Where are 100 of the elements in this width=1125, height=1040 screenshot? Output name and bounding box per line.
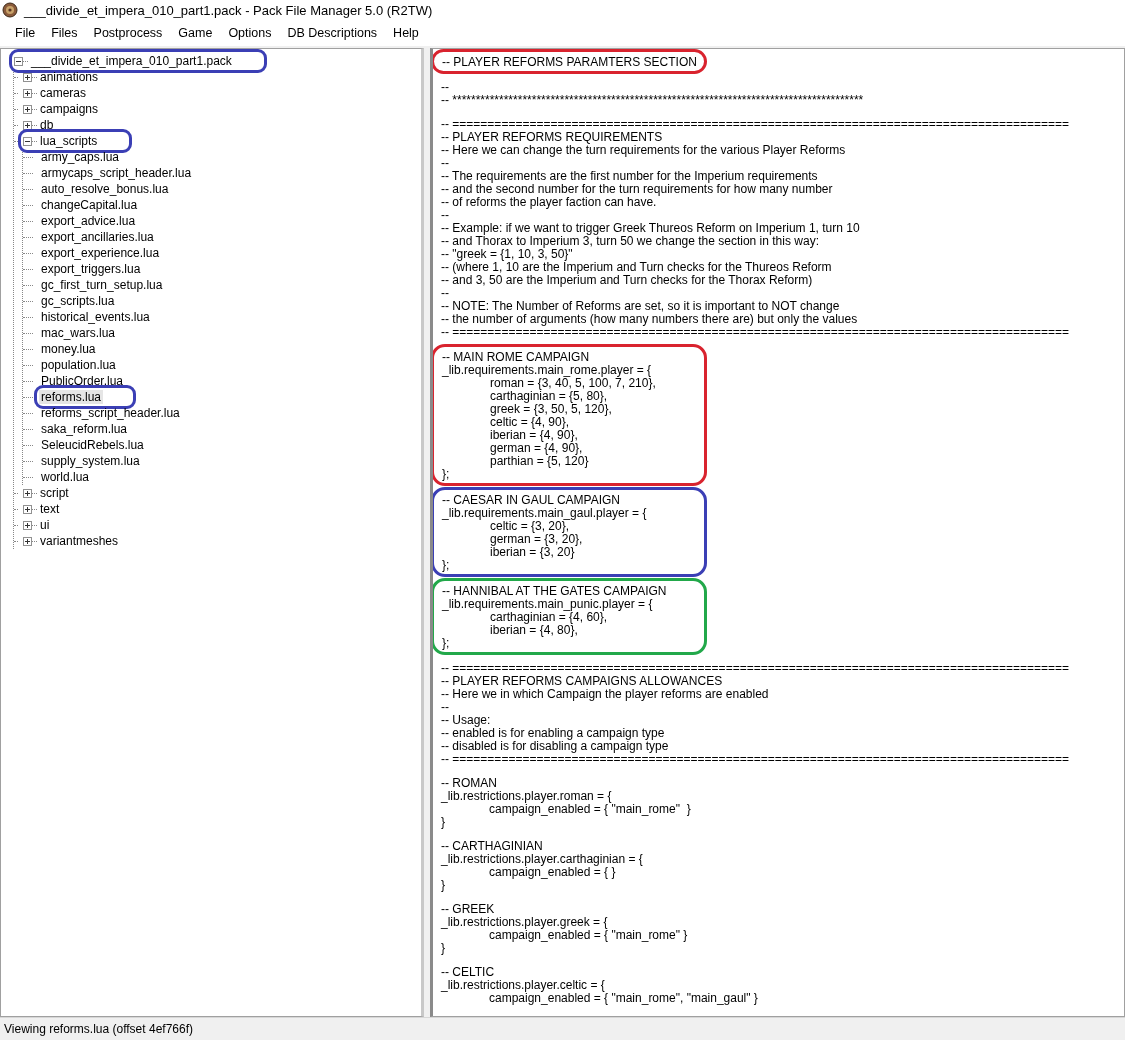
tree-item[interactable]: export_triggers.lua [39, 262, 143, 276]
code-line: carthaginian = {4, 60}, [490, 611, 608, 624]
code-line: }; [442, 468, 451, 481]
tree-item[interactable]: gc_first_turn_setup.lua [39, 278, 165, 292]
tree-item[interactable]: mac_wars.lua [39, 326, 118, 340]
tree-item[interactable]: export_experience.lua [39, 246, 162, 260]
tree-item[interactable]: export_advice.lua [39, 214, 138, 228]
code-line: -- [441, 157, 450, 170]
code-line: }; [442, 637, 451, 650]
tree-item[interactable]: PublicOrder.lua [39, 374, 126, 388]
code-line: -- Example: if we want to trigger Greek Thureos Reform on Imperium 1, turn 10 [441, 222, 861, 235]
code-line: -- enabled is for enabling a campaign type [441, 727, 666, 740]
expand-icon[interactable] [23, 120, 32, 130]
code-line: -- disabled is for disabling a campaign type [441, 740, 670, 753]
code-line: -- PLAYER REFORMS REQUIREMENTS [441, 131, 664, 144]
tree-item[interactable]: money.lua [39, 342, 98, 356]
tree-item[interactable]: cameras [38, 86, 88, 100]
code-line: -- Here we in which Campaign the player reforms are enabled [441, 688, 770, 701]
collapse-icon[interactable] [14, 56, 23, 66]
window-title: ___divide_et_impera_010_part1.pack - Pack File Manager 5.0 (R2TW) [24, 2, 433, 18]
tree-item[interactable]: population.lua [39, 358, 118, 372]
tree-item[interactable]: variantmeshes [38, 534, 121, 548]
code-line: campaign_enabled = { "main_rome" } [489, 929, 689, 942]
code-line: -- of reforms the player faction can have. [441, 196, 657, 209]
code-line: -- [441, 701, 450, 714]
menu-item[interactable]: File [8, 23, 43, 43]
code-line: -- [441, 81, 450, 94]
tree-item[interactable]: changeCapital.lua [39, 198, 140, 212]
code-line: carthaginian = {5, 80}, [489, 390, 609, 403]
menu-item[interactable]: Files [44, 23, 85, 43]
tree-item[interactable]: saka_reform.lua [39, 422, 130, 436]
status-text: Viewing reforms.lua (offset 4ef766f) [4, 1022, 193, 1036]
code-line: -- ======================================================================================== [441, 118, 1070, 131]
code-line: -- ======================================================================================== [441, 326, 1070, 339]
code-line: -- ROMAN [441, 777, 498, 790]
code-line: -- Usage: [441, 714, 492, 727]
code-line: -- CAESAR IN GAUL CAMPAIGN [442, 494, 622, 507]
code-line: -- [441, 287, 450, 300]
expand-icon[interactable] [23, 104, 32, 114]
code-line: -- The requirements are the first number for the Imperium requirements [441, 170, 819, 183]
code-line: } [441, 942, 446, 955]
code-line: german = {4, 90}, [489, 442, 584, 455]
menu-item[interactable]: Game [171, 23, 220, 43]
code-line: } [441, 816, 446, 829]
tree-item[interactable]: text [38, 502, 62, 516]
code-line: _lib.restrictions.player.roman = { [441, 790, 613, 803]
code-line: } [441, 879, 446, 892]
collapse-icon[interactable] [23, 136, 32, 146]
code-line: -- and Thorax to Imperium 3, turn 50 we change the section in this way: [441, 235, 820, 248]
code-line: german = {3, 20}, [489, 533, 584, 546]
code-line: -- ======================================================================================== [441, 753, 1070, 766]
menu-item[interactable]: DB Descriptions [280, 23, 385, 43]
expand-icon[interactable] [23, 88, 32, 98]
code-line: iberian = {4, 80}, [489, 624, 578, 637]
code-line: parthian = {5, 120} [489, 455, 590, 468]
code-line: -- [441, 209, 450, 222]
code-line: -- MAIN ROME CAMPAIGN [442, 351, 591, 364]
menu-item[interactable]: Postprocess [86, 23, 170, 43]
expand-icon[interactable] [23, 504, 32, 514]
code-line: roman = {3, 40, 5, 100, 7, 210}, [490, 377, 657, 390]
tree-item[interactable]: reforms.lua [39, 390, 104, 404]
code-line: -- NOTE: The Number of Reforms are set, so it is important to NOT change [441, 300, 841, 313]
code-line: -- ======================================================================================== [441, 662, 1070, 675]
tree-item[interactable]: auto_resolve_bonus.lua [39, 182, 171, 196]
expand-icon[interactable] [23, 536, 32, 546]
tree-item[interactable]: db [38, 118, 56, 132]
code-line: _lib.restrictions.player.greek = { [441, 916, 609, 929]
menu-item[interactable]: Options [221, 23, 279, 43]
code-line: _lib.restrictions.player.carthaginian = { [441, 853, 644, 866]
code-line: -- (where 1, 10 are the Imperium and Turn checks for the Thureos Reform [441, 261, 833, 274]
menu-item[interactable]: Help [386, 23, 426, 43]
code-line: -- HANNIBAL AT THE GATES CAMPAIGN [442, 585, 668, 598]
tree-item[interactable]: reforms_script_header.lua [39, 406, 182, 420]
tree-item[interactable]: ui [38, 518, 52, 532]
expand-icon[interactable] [23, 488, 32, 498]
code-line: _lib.requirements.main_gaul.player = { [442, 507, 648, 520]
tree-item[interactable]: supply_system.lua [39, 454, 142, 468]
code-line: iberian = {3, 20} [489, 546, 575, 559]
tree-item[interactable]: ___divide_et_impera_010_part1.pack [29, 54, 234, 68]
tree-item[interactable]: campaigns [38, 102, 101, 116]
code-line: campaign_enabled = { } [489, 866, 616, 879]
tree-item[interactable]: script [38, 486, 71, 500]
tree-item[interactable]: army_caps.lua [39, 150, 122, 164]
code-line: -- CELTIC [441, 966, 496, 979]
expand-icon[interactable] [23, 520, 32, 530]
expand-icon[interactable] [23, 72, 32, 82]
tree-item[interactable]: gc_scripts.lua [39, 294, 117, 308]
code-line: campaign_enabled = { "main_rome", "main_gaul" } [489, 992, 759, 1005]
tree-item[interactable]: export_ancillaries.lua [39, 230, 156, 244]
code-line: }; [442, 559, 451, 572]
tree-item[interactable]: armycaps_script_header.lua [39, 166, 194, 180]
tree-item[interactable]: historical_events.lua [39, 310, 152, 324]
tree-item[interactable]: world.lua [39, 470, 92, 484]
tree-item[interactable]: lua_scripts [38, 134, 100, 148]
code-line: -- PLAYER REFORMS CAMPAIGNS ALLOWANCES [441, 675, 724, 688]
tree-item[interactable]: SeleucidRebels.lua [39, 438, 146, 452]
code-line: -- Here we can change the turn requirements for the various Player Reforms [441, 144, 847, 157]
tree-item[interactable]: animations [38, 70, 101, 84]
code-line: greek = {3, 50, 5, 120}, [489, 403, 613, 416]
code-line: -- the number of arguments (how many numbers there are) but only the values [441, 313, 859, 326]
